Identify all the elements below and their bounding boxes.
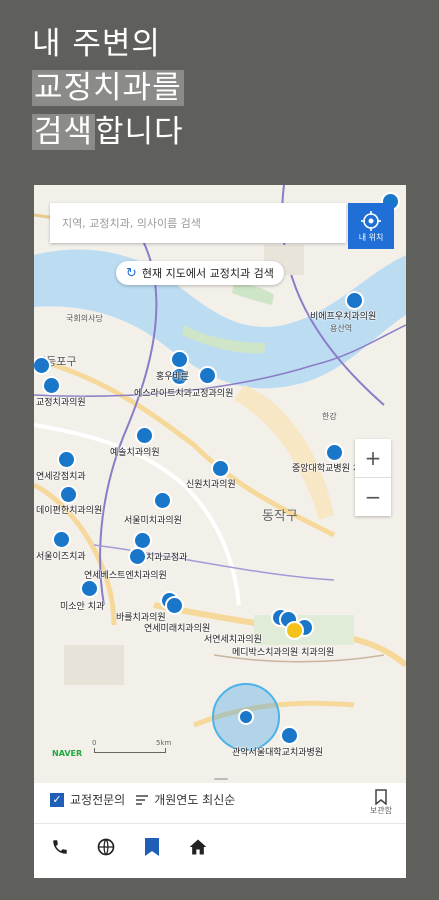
clinic-label: 미소안 치과 [60,602,105,612]
headline-line-3-rest: 합니다 [95,114,184,150]
clinic-pin-selected[interactable] [285,621,304,640]
clinic-label: 치과교정과 [146,553,188,563]
clinic-label: 서연세치과의원 [204,635,262,645]
saved-label: 보관함 [369,806,392,815]
clinic-pin[interactable] [128,547,147,566]
filter-bar: ✓ 교정전문의 개원연도 최신순 [50,791,235,808]
clinic-label: 신원치과의원 [186,480,236,490]
clinic-label: 관악서울대학교치과병원 [232,748,324,758]
scale-zero: 0 [92,739,97,747]
headline-line-3-highlight: 검색 [32,114,96,150]
clinic-pin[interactable] [345,291,364,310]
bookmark-icon [145,838,159,856]
divider [34,823,406,824]
sheet-handle[interactable] [214,778,228,780]
zoom-out-button[interactable]: − [355,477,391,516]
headline-line-1: 내 주변의 [32,26,161,62]
my-location-label: 내 위치 [358,232,384,242]
my-location-dot [238,709,254,725]
tab-bar [48,835,210,859]
clinic-label: 데이편한치과의원 [36,506,103,516]
zoom-in-button[interactable]: + [355,439,391,477]
clinic-label: 연세미래치과의원 [144,624,211,634]
clinic-pin[interactable] [165,596,184,615]
clinic-label: 예솔치과의원 [110,448,160,458]
sort-button[interactable]: 개원연도 최신순 [135,791,235,808]
clinic-label: 연세베스트엔치과의원 [84,571,167,581]
clinic-label: 에스라이트치과교정과의원 [134,389,234,399]
home-icon [189,839,207,855]
clinic-label: 교정치과의원 [36,398,86,408]
bottom-sheet: ✓ 교정전문의 개원연도 최신순 보관함 [34,778,406,878]
clinic-pin[interactable] [325,443,344,462]
clinic-pin[interactable] [211,459,230,478]
tab-web[interactable] [94,835,118,859]
map-scale: 0 5km [86,739,171,753]
tab-phone[interactable] [48,835,72,859]
clinic-label: 비에프우치과의원 [310,312,377,322]
clinic-label: 메디박스치과의원 치과의원 [232,648,335,658]
phone-screen: 국회의사당 영등포구 한강 용산역 동작구 비에프우치과의원 홍우바른 에스라이… [34,185,406,878]
globe-icon [97,838,115,856]
clinic-label: 연세강점치과 [36,472,86,482]
zoom-control: + − [355,439,391,516]
orthodontist-label[interactable]: 교정전문의 [70,791,125,808]
scale-label: 5km [156,739,172,747]
search-input[interactable] [50,203,346,243]
crosshair-icon [361,210,381,231]
phone-icon [53,840,67,854]
my-location-button[interactable]: 내 위치 [348,203,394,249]
orthodontist-checkbox[interactable]: ✓ [50,792,64,807]
clinic-pin[interactable] [198,366,217,385]
clinic-pin[interactable] [153,491,172,510]
clinic-label: 홍우바른 [156,372,190,382]
bookmark-outline-icon [375,789,387,805]
clinic-pin[interactable] [52,530,71,549]
clinic-pin[interactable] [280,726,299,745]
clinic-pin[interactable] [59,485,78,504]
place-label: 국회의사당 [66,314,103,323]
sort-icon [136,794,149,805]
place-label: 한강 [322,412,337,421]
research-area-button[interactable]: ↻ 현재 지도에서 교정치과 검색 [116,261,284,285]
clinic-label: 서울이즈치과 [36,552,86,562]
saved-button[interactable]: 보관함 [370,789,392,816]
clinic-pin[interactable] [80,579,99,598]
clinic-pin[interactable] [135,426,154,445]
clinic-label: 서울미치과의원 [124,516,182,526]
refresh-icon: ↻ [126,265,137,281]
map-view[interactable]: 국회의사당 영등포구 한강 용산역 동작구 비에프우치과의원 홍우바른 에스라이… [34,185,406,783]
tab-bookmark[interactable] [140,835,164,859]
headline-line-2: 교정치과를 [32,70,184,106]
place-label: 용산역 [330,324,353,333]
search-bar[interactable] [50,203,346,243]
clinic-pin[interactable] [57,450,76,469]
sort-label: 개원연도 최신순 [154,793,236,807]
district-label: 동작구 [262,509,298,524]
headline: 내 주변의 교정치과를 검색합니다 [32,22,184,154]
naver-logo: NAVER [52,749,83,758]
clinic-pin[interactable] [42,376,61,395]
research-area-label: 현재 지도에서 교정치과 검색 [141,267,274,280]
tab-home[interactable] [186,835,210,859]
